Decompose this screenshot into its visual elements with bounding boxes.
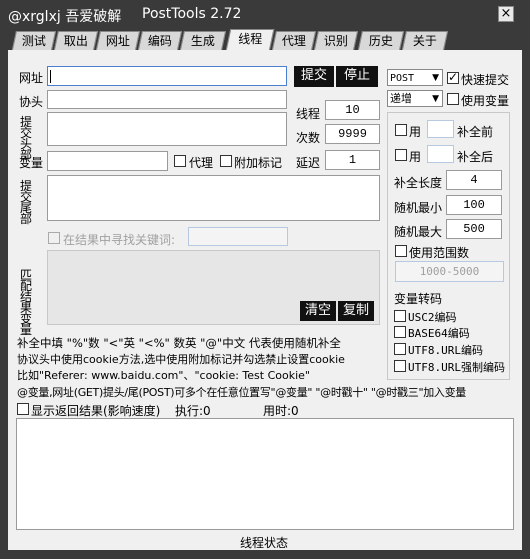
attach-mark-label: 附加标记 — [234, 156, 283, 170]
pad-before-checkbox[interactable] — [395, 124, 407, 136]
range-value: 1000-5000 — [419, 265, 480, 278]
random-max-label: 随机最大 — [394, 225, 443, 239]
range-input[interactable]: 1000-5000 — [395, 261, 504, 282]
submit-tail-label: 提交 尾部 — [19, 179, 33, 226]
submit-tail-textarea[interactable] — [47, 175, 380, 221]
use-variable-checkbox[interactable] — [447, 93, 459, 105]
elapsed-time: 用时:0 — [263, 404, 299, 418]
tab-encode[interactable]: 编码 — [137, 31, 183, 50]
help-line-2: 协议头中使用cookie方法,选中使用附加标记并勾选禁止设置cookie — [17, 353, 345, 366]
chevron-down-icon: ▼ — [432, 73, 439, 83]
count-input[interactable]: 9999 — [325, 124, 380, 144]
method-select-value: POST — [390, 73, 415, 84]
pad-length-input[interactable]: 4 — [446, 170, 502, 190]
url-input[interactable] — [47, 66, 287, 86]
url-label: 网址 — [19, 71, 44, 85]
tab-test[interactable]: 测试 — [11, 31, 57, 50]
submit-tail-label-line2: 尾部 — [19, 201, 32, 226]
use-range-label: 使用范围数 — [409, 246, 470, 260]
search-keyword-label: 在结果中寻找关键词: — [63, 233, 176, 247]
delay-label: 延迟 — [296, 156, 321, 170]
pad-before-label: 补全前 — [457, 125, 494, 139]
match-label-line1: 匹配 — [19, 268, 32, 293]
random-max-input[interactable]: 500 — [446, 219, 502, 239]
encode-ucs2-checkbox[interactable] — [394, 310, 406, 322]
match-label-line2: 结果 — [19, 290, 32, 315]
pad-after-label: 补全后 — [457, 150, 494, 164]
tab-about[interactable]: 关于 — [401, 31, 449, 50]
count-label: 次数 — [296, 131, 321, 145]
pad-after-input[interactable] — [427, 145, 454, 163]
use-variable-label: 使用变量 — [461, 94, 510, 108]
var-encode-label: 变量转码 — [394, 292, 443, 306]
match-result-label: 匹配 结果 变量 — [19, 268, 33, 337]
attach-mark-checkbox[interactable] — [220, 155, 232, 167]
thread-label: 线程 — [296, 107, 321, 121]
proxy-checkbox-label: 代理 — [189, 156, 214, 170]
mode-select-value: 递增 — [390, 92, 412, 105]
tab-url[interactable]: 网址 — [95, 31, 141, 50]
pad-length-label: 补全长度 — [394, 176, 443, 190]
help-line-3: 比如"Referer: www.baidu.com"、"cookie: Test… — [17, 369, 310, 382]
tab-extract[interactable]: 取出 — [53, 31, 99, 50]
exec-count: 执行:0 — [175, 404, 211, 418]
encode-base64-checkbox[interactable] — [394, 326, 406, 338]
match-label-line3: 变量 — [19, 312, 32, 337]
proxy-checkbox[interactable] — [174, 155, 186, 167]
encode-utf8url-force-checkbox[interactable] — [394, 360, 406, 372]
tab-proxy[interactable]: 代理 — [271, 31, 317, 50]
text-cursor — [50, 70, 51, 83]
pad-before-input[interactable] — [427, 120, 454, 138]
results-textarea[interactable] — [16, 418, 514, 530]
encode-ucs2-label: USC2编码 — [408, 311, 457, 324]
search-keyword-checkbox[interactable] — [48, 232, 60, 244]
encode-base64-label: BASE64编码 — [408, 327, 470, 340]
submit-header-label-line1: 提交 — [19, 115, 32, 140]
tab-thread[interactable]: 线程 — [225, 29, 275, 51]
mode-select[interactable]: 递增 ▼ — [387, 90, 443, 107]
random-min-input[interactable]: 100 — [446, 195, 502, 215]
header-label: 协头 — [19, 95, 44, 109]
encode-utf8url-label: UTF8.URL编码 — [408, 344, 483, 357]
pad-after-checkbox[interactable] — [395, 149, 407, 161]
pad-after-use-label: 用 — [409, 150, 422, 164]
stop-button[interactable]: 停止 — [336, 66, 378, 87]
status-label: 线程状态 — [240, 536, 289, 550]
variable-input[interactable] — [47, 151, 168, 171]
header-input[interactable] — [47, 90, 287, 109]
close-button[interactable]: × — [498, 6, 514, 22]
quick-submit-checkbox[interactable] — [447, 70, 459, 84]
pad-before-use-label: 用 — [409, 125, 422, 139]
show-results-checkbox[interactable] — [17, 403, 29, 415]
tab-generate[interactable]: 生成 — [179, 31, 227, 50]
random-min-label: 随机最小 — [394, 201, 443, 215]
method-select[interactable]: POST ▼ — [387, 69, 443, 86]
window-title-app: PostTools 2.72 — [142, 6, 242, 22]
help-line-4: @变量,网址(GET)提头/尾(POST)可多个在任意位置写"@变量" "@时戳… — [17, 386, 467, 399]
submit-header-textarea[interactable] — [47, 112, 287, 146]
encode-utf8url-checkbox[interactable] — [394, 343, 406, 355]
quick-submit-label: 快速提交 — [461, 73, 510, 87]
use-range-checkbox[interactable] — [395, 245, 407, 257]
encode-utf8url-force-label: UTF8.URL强制编码 — [408, 361, 505, 374]
search-keyword-input[interactable] — [188, 227, 288, 246]
window-title-user: @xrglxj 吾爱破解 — [8, 9, 122, 25]
show-results-label: 显示返回结果(影响速度) — [31, 404, 161, 418]
submit-tail-label-line1: 提交 — [19, 179, 32, 204]
help-line-1: 补全中填 "%"数 "<"英 "<%" 数英 "@"中文 代表使用随机补全 — [17, 336, 341, 350]
chevron-down-icon: ▼ — [432, 94, 439, 104]
variable-label: 变量 — [19, 156, 44, 170]
delay-input[interactable]: 1 — [325, 150, 380, 170]
thread-input[interactable]: 10 — [325, 100, 380, 120]
submit-button[interactable]: 提交 — [294, 66, 334, 87]
tab-history[interactable]: 历史 — [357, 31, 405, 50]
clear-button[interactable]: 清空 — [300, 301, 336, 321]
tab-recognize[interactable]: 识别 — [313, 31, 359, 50]
copy-button[interactable]: 复制 — [338, 301, 374, 321]
